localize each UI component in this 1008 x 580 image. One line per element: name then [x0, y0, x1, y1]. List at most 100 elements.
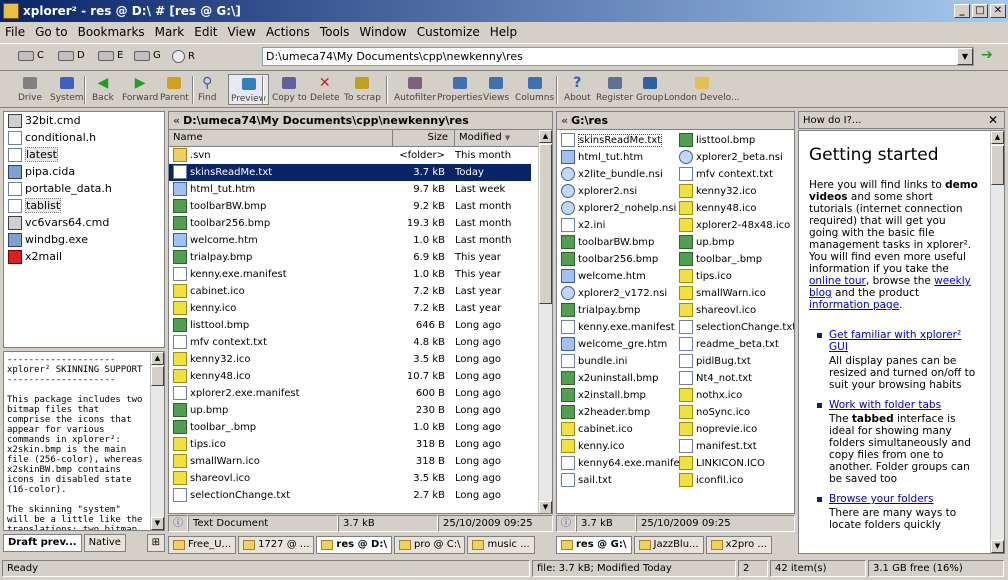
tree-item[interactable]: tablist	[4, 197, 164, 214]
file-row[interactable]: selectionChange.txt 2.7 kB Long ago	[169, 487, 552, 504]
file-row[interactable]: kenny48.ico 10.7 kB Long ago	[169, 368, 552, 385]
file-item[interactable]: x2uninstall.bmp	[561, 370, 679, 387]
tree-item[interactable]: portable_data.h	[4, 180, 164, 197]
file-item[interactable]: trialpay.bmp	[561, 302, 679, 319]
folder-tab[interactable]: res @ D:\	[316, 536, 393, 554]
file-row[interactable]: trialpay.bmp 6.9 kB This year	[169, 249, 552, 266]
file-item[interactable]: xplorer2_nohelp.nsi	[561, 200, 679, 217]
drive-d-button[interactable]: D	[58, 50, 85, 61]
file-item[interactable]: up.bmp	[679, 234, 794, 251]
file-item[interactable]: x2install.bmp	[561, 387, 679, 404]
help-close-icon[interactable]: ✕	[988, 113, 1004, 127]
file-item[interactable]: xplorer2.nsi	[561, 183, 679, 200]
tree-item[interactable]: conditional.h	[4, 129, 164, 146]
file-item[interactable]: readme_beta.txt	[679, 336, 794, 353]
file-row[interactable]: tips.ico 318 B Long ago	[169, 436, 552, 453]
column-name[interactable]: Name	[169, 130, 393, 146]
folder-tab[interactable]: Free_U...	[168, 536, 237, 554]
drive-g-button[interactable]: G	[134, 50, 161, 61]
file-item[interactable]: listtool.bmp	[679, 132, 794, 149]
file-item[interactable]: Nt4_not.txt	[679, 370, 794, 387]
scroll-thumb[interactable]	[539, 144, 552, 304]
file-item[interactable]: xplorer2_beta.nsi	[679, 149, 794, 166]
address-bar[interactable]: D:\umeca74\My Documents\cpp\newkenny\res	[262, 47, 974, 66]
folder-tab[interactable]: res @ G:\	[556, 536, 632, 554]
system-button[interactable]: System	[50, 74, 84, 103]
scroll-up-button[interactable]: ▲	[991, 131, 1004, 144]
close-button[interactable]: ✕	[990, 4, 1006, 18]
file-item[interactable]: toolbar256.bmp	[561, 251, 679, 268]
tree-item[interactable]: latest	[4, 146, 164, 163]
menu-tools[interactable]: Tools	[315, 25, 355, 39]
scroll-down-button[interactable]: ▼	[151, 517, 164, 530]
file-item[interactable]: kenny32.ico	[679, 183, 794, 200]
folder-tabs-link[interactable]: Work with folder tabs	[829, 399, 941, 411]
file-item[interactable]: kenny.exe.manifest	[561, 319, 679, 336]
menu-edit[interactable]: Edit	[189, 25, 222, 39]
tab-native[interactable]: Native	[83, 534, 126, 552]
scroll-down-button[interactable]: ▼	[539, 501, 552, 513]
file-item[interactable]: iconfil.ico	[679, 472, 794, 489]
file-item[interactable]: welcome.htm	[561, 268, 679, 285]
file-row[interactable]: kenny.ico 7.2 kB Last year	[169, 300, 552, 317]
menu-file[interactable]: File	[0, 25, 30, 39]
file-item[interactable]: welcome_gre.htm	[561, 336, 679, 353]
folder-tab[interactable]: 1727 @ ...	[238, 536, 315, 554]
file-row[interactable]: welcome.htm 1.0 kB Last month	[169, 232, 552, 249]
file-item[interactable]: html_tut.htm	[561, 149, 679, 166]
parent-button[interactable]: Parent	[160, 74, 189, 103]
copy-to-button[interactable]: Copy to	[272, 74, 307, 103]
file-item[interactable]: manifest.txt	[679, 438, 794, 455]
address-go-button[interactable]: ➔	[978, 48, 996, 65]
file-item[interactable]: toolbarBW.bmp	[561, 234, 679, 251]
tree-item[interactable]: pipa.cida	[4, 163, 164, 180]
tree-item[interactable]: x2mail	[4, 248, 164, 265]
file-row[interactable]: toolbar256.bmp 19.3 kB Last month	[169, 215, 552, 232]
scroll-up-button[interactable]: ▲	[151, 352, 164, 365]
register-button[interactable]: Register	[596, 74, 633, 103]
file-item[interactable]: xplorer2-48x48.ico	[679, 217, 794, 234]
folder-tab[interactable]: x2pro ...	[705, 536, 772, 554]
menu-view[interactable]: View	[223, 25, 261, 39]
folder-tab[interactable]: JazzBlu...	[633, 536, 704, 554]
file-item[interactable]: shareovl.ico	[679, 302, 794, 319]
file-item[interactable]: selectionChange.txt	[679, 319, 794, 336]
file-item[interactable]: noSync.ico	[679, 404, 794, 421]
autofilter-button[interactable]: Autofilter	[394, 74, 436, 103]
preview-scrollbar[interactable]: ▲ ▼	[150, 352, 164, 530]
file-row[interactable]: html_tut.htm 9.7 kB Last week	[169, 181, 552, 198]
column-size[interactable]: Size	[393, 130, 455, 146]
menu-bookmarks[interactable]: Bookmarks	[73, 25, 150, 39]
file-row[interactable]: mfv context.txt 4.8 kB Long ago	[169, 334, 552, 351]
file-row[interactable]: .svn <folder> This month	[169, 147, 552, 164]
file-item[interactable]: x2header.bmp	[561, 404, 679, 421]
file-row[interactable]: kenny32.ico 3.5 kB Long ago	[169, 351, 552, 368]
about-button[interactable]: ? About	[564, 74, 591, 103]
tree-item[interactable]: vc6vars64.cmd	[4, 214, 164, 231]
file-item[interactable]: kenny64.exe.manifest	[561, 455, 679, 472]
maximize-button[interactable]: □	[972, 4, 988, 18]
views-button[interactable]: Views	[483, 74, 509, 103]
columns-button[interactable]: Columns	[515, 74, 554, 103]
back-button[interactable]: ◀ Back	[92, 74, 114, 103]
tab-draft-preview[interactable]: Draft prev...	[3, 534, 82, 552]
menu-actions[interactable]: Actions	[261, 25, 315, 39]
file-item[interactable]: x2.ini	[561, 217, 679, 234]
online-tour-link[interactable]: online tour	[809, 275, 866, 287]
delete-button[interactable]: ✕ Delete	[310, 74, 340, 103]
file-item[interactable]: mfv context.txt	[679, 166, 794, 183]
file-row[interactable]: skinsReadMe.txt 3.7 kB Today	[169, 164, 552, 181]
file-row[interactable]: cabinet.ico 7.2 kB Last year	[169, 283, 552, 300]
file-item[interactable]: kenny.ico	[561, 438, 679, 455]
drive-r-button[interactable]: R	[172, 50, 195, 63]
app-icon[interactable]	[3, 3, 19, 19]
file-item[interactable]: tips.ico	[679, 268, 794, 285]
london-develo-button[interactable]: London Develo...	[664, 74, 740, 103]
file-item[interactable]: kenny48.ico	[679, 200, 794, 217]
menu-customize[interactable]: Customize	[412, 25, 485, 39]
menu-mark[interactable]: Mark	[150, 25, 190, 39]
group-button[interactable]: Group	[636, 74, 663, 103]
help-scrollbar[interactable]: ▲ ▼	[990, 131, 1004, 553]
scroll-down-button[interactable]: ▼	[991, 540, 1004, 553]
file-item[interactable]: noprevie.ico	[679, 421, 794, 438]
